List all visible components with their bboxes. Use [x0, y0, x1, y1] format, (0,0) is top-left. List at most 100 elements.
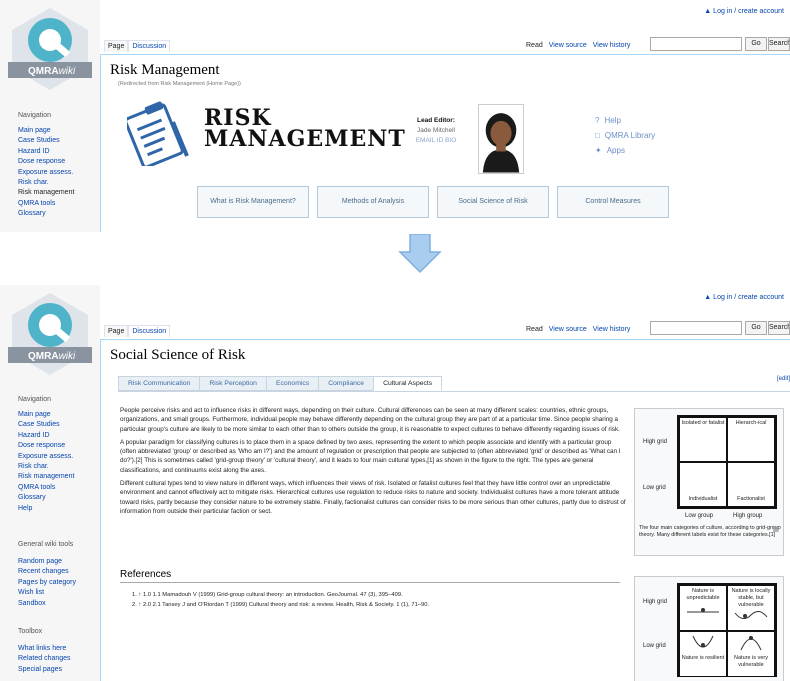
- sidebar-item-risk-management[interactable]: Risk management: [18, 188, 74, 198]
- tab-page[interactable]: Page: [104, 40, 129, 52]
- methods-of-analysis-button[interactable]: Methods of Analysis: [317, 186, 429, 218]
- sidebar-item-dose-response[interactable]: Dose response: [18, 441, 74, 451]
- go-button[interactable]: Go: [745, 321, 767, 335]
- search-input[interactable]: [650, 37, 742, 51]
- cell-factionalist: Factionalist: [727, 462, 775, 507]
- tab-view-history[interactable]: View history: [593, 42, 631, 49]
- sidebar-item-risk-char[interactable]: Risk char.: [18, 462, 74, 472]
- sidebar-item-risk-char[interactable]: Risk char.: [18, 178, 74, 188]
- tab-divider: [118, 391, 790, 392]
- tab-read[interactable]: Read: [526, 42, 543, 49]
- nature-myths-diagram: Nature is unpredictable Nature is locall…: [677, 583, 777, 677]
- tab-read[interactable]: Read: [526, 326, 543, 333]
- sidebar-item-dose-response[interactable]: Dose response: [18, 157, 74, 167]
- section-buttons: What is Risk Management? Methods of Anal…: [197, 186, 669, 218]
- toolbox-item-what-links-here[interactable]: What links here: [18, 644, 71, 654]
- tab-risk-perception[interactable]: Risk Perception: [199, 376, 266, 391]
- sidebar-item-exposure-assess[interactable]: Exposure assess.: [18, 168, 74, 178]
- sidebar-item-glossary[interactable]: Glossary: [18, 493, 74, 503]
- sidebar-item-help[interactable]: Help: [18, 504, 74, 514]
- svg-text:QMRAwiki: QMRAwiki: [28, 66, 76, 77]
- user-icon: ▲: [704, 8, 712, 15]
- qmra-wiki-logo[interactable]: QMRAwiki: [6, 6, 94, 90]
- apps-link[interactable]: Apps: [607, 143, 625, 158]
- tab-view-source[interactable]: View source: [549, 326, 587, 333]
- paragraph-grid-group: A popular paradigm for classifying cultu…: [120, 438, 621, 474]
- paragraph-intro: People perceive risks and act to influen…: [120, 407, 620, 433]
- tools-item-recent-changes[interactable]: Recent changes: [18, 567, 76, 577]
- sidebar: QMRAwiki Navigation Main page Case Studie…: [0, 285, 100, 681]
- tools-item-wish-list[interactable]: Wish list: [18, 588, 76, 598]
- sidebar-item-exposure-assess[interactable]: Exposure assess.: [18, 452, 74, 462]
- tab-discussion[interactable]: Discussion: [128, 40, 171, 52]
- tools-item-random-page[interactable]: Random page: [18, 557, 76, 567]
- toolbox-item-related-changes[interactable]: Related changes: [18, 654, 71, 664]
- help-icon: ?: [595, 116, 600, 125]
- toolbox-heading: Toolbox: [18, 628, 43, 635]
- tools-item-sandbox[interactable]: Sandbox: [18, 599, 76, 609]
- sidebar-item-hazard-id[interactable]: Hazard ID: [18, 431, 74, 441]
- sidebar-item-qmra-tools[interactable]: QMRA tools: [18, 199, 74, 209]
- login-link[interactable]: Log in / create account: [713, 8, 784, 15]
- qmra-library-link[interactable]: QMRA Library: [605, 128, 655, 143]
- search-input[interactable]: [650, 321, 742, 335]
- book-icon: □: [595, 131, 600, 140]
- nature-myths-figure: Nature is unpredictable Nature is locall…: [634, 576, 784, 681]
- sidebar-item-main-page[interactable]: Main page: [18, 126, 74, 136]
- user-icon: ▲: [704, 294, 712, 301]
- paragraph-nature-views: Different cultural types tend to view na…: [120, 480, 626, 515]
- search-button[interactable]: Search: [768, 321, 790, 335]
- enlarge-icon[interactable]: ▦: [772, 525, 779, 533]
- section-tabs: Risk Communication Risk Perception Econo…: [118, 376, 443, 391]
- tab-compliance[interactable]: Compliance: [318, 376, 374, 391]
- sidebar-item-hazard-id[interactable]: Hazard ID: [18, 147, 74, 157]
- sidebar-item-risk-management[interactable]: Risk management: [18, 472, 74, 482]
- sidebar-item-qmra-tools[interactable]: QMRA tools: [18, 483, 74, 493]
- navigation-heading: Navigation: [18, 112, 52, 119]
- tools-item-pages-by-category[interactable]: Pages by category: [18, 578, 76, 588]
- search-button[interactable]: Search: [768, 37, 790, 51]
- login-link[interactable]: Log in / create account: [713, 294, 784, 301]
- grid-group-diagram: Isolated or fatalist Hierarch-ical Indiv…: [677, 415, 777, 509]
- navigation-list: Main page Case Studies Hazard ID Dose respo…: [18, 410, 74, 514]
- cell-nature-locally-stable: Nature is locally stable, but vulnerable: [727, 585, 775, 631]
- help-link[interactable]: Help: [604, 113, 620, 128]
- sidebar-item-main-page[interactable]: Main page: [18, 410, 74, 420]
- sidebar-item-case-studies[interactable]: Case Studies: [18, 136, 74, 146]
- lead-editor-name: Jade Mitchell: [417, 127, 455, 134]
- go-button[interactable]: Go: [745, 37, 767, 51]
- toolbox-item-special-pages[interactable]: Special pages: [18, 665, 71, 675]
- social-science-of-risk-button[interactable]: Social Science of Risk: [437, 186, 549, 218]
- tab-view-source[interactable]: View source: [549, 42, 587, 49]
- tab-page[interactable]: Page: [104, 325, 129, 337]
- navigation-heading: Navigation: [18, 396, 52, 403]
- references-list: 1. ↑ 1.0 1.1 Mamadouh V (1999) Grid-grou…: [132, 590, 429, 610]
- navigation-list: Main page Case Studies Hazard ID Dose respo…: [18, 126, 74, 220]
- cell-nature-unpredictable: Nature is unpredictable: [679, 585, 727, 631]
- risk-management-page: QMRAwiki Navigation Main page Case Studie…: [0, 0, 790, 232]
- sidebar-item-glossary[interactable]: Glossary: [18, 209, 74, 219]
- reference-item: 2. ↑ 2.0 2.1 Tansey J and O'Riordan T (1…: [132, 602, 430, 608]
- peak-ball-icon: [740, 636, 762, 651]
- tab-discussion[interactable]: Discussion: [128, 325, 171, 337]
- sidebar-item-case-studies[interactable]: Case Studies: [18, 420, 74, 430]
- edit-link[interactable]: [edit]: [777, 376, 790, 382]
- down-arrow-icon: [398, 234, 442, 274]
- tab-risk-communication[interactable]: Risk Communication: [118, 376, 200, 391]
- social-science-of-risk-page: QMRAwiki Navigation Main page Case Studie…: [0, 285, 790, 681]
- tab-view-history[interactable]: View history: [593, 326, 631, 333]
- tab-economics[interactable]: Economics: [265, 376, 319, 391]
- tools-list: Random page Recent changes Pages by catego…: [18, 557, 76, 609]
- lead-editor-links[interactable]: EMAIL ID BIO: [408, 136, 464, 146]
- row-label-high-grid: High grid: [643, 439, 668, 445]
- cell-nature-resilient: Nature is resilient: [679, 631, 727, 677]
- control-measures-button[interactable]: Control Measures: [557, 186, 669, 218]
- cell-nature-very-vulnerable: Nature is very vulnerable: [727, 631, 775, 677]
- valley-ball-icon: [692, 635, 714, 648]
- tab-cultural-aspects[interactable]: Cultural Aspects: [373, 376, 443, 391]
- what-is-risk-management-button[interactable]: What is Risk Management?: [197, 186, 309, 218]
- wave-ball-icon: [734, 611, 768, 619]
- svg-text:QMRAwiki: QMRAwiki: [28, 351, 76, 362]
- qmra-wiki-logo[interactable]: QMRAwiki: [6, 291, 94, 375]
- row-label-high-grid: High grid: [643, 599, 668, 605]
